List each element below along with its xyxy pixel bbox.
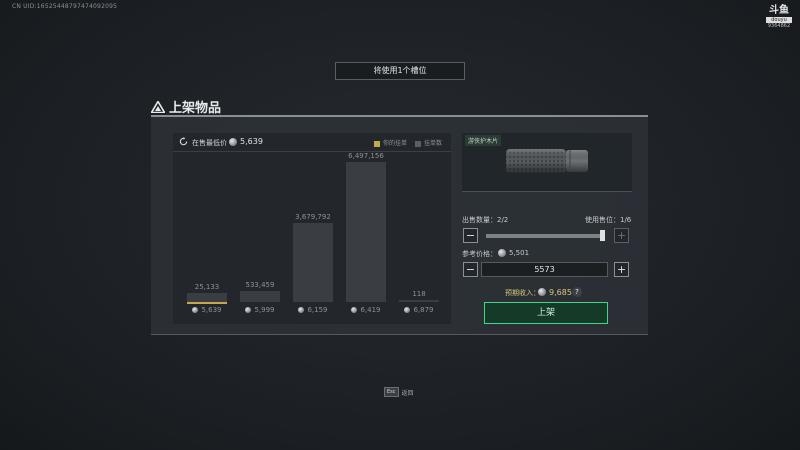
escape-hint[interactable]: Esc 返回 bbox=[384, 387, 414, 397]
bar-price-text: 5,999 bbox=[254, 306, 275, 314]
dialog-title: 上架物品 bbox=[151, 97, 221, 116]
chart-bar bbox=[293, 222, 333, 302]
bar-count-label: 25,133 bbox=[194, 283, 220, 292]
chart-header: 在售最低价 5,639 你的挂单 挂单数 bbox=[173, 133, 451, 152]
coin-icon bbox=[351, 307, 358, 313]
logo-main: 斗鱼 bbox=[769, 5, 789, 16]
bar-count-label: 533,459 bbox=[245, 280, 275, 289]
quantity-slider[interactable] bbox=[486, 234, 602, 238]
list-item-button[interactable]: 上架 bbox=[484, 302, 608, 324]
quantity-value: 2/2 bbox=[497, 216, 509, 224]
coin-icon bbox=[538, 288, 546, 296]
slot-usage-label: 使用售位：1/6 bbox=[585, 215, 631, 225]
logo-id: 9364862 bbox=[767, 23, 791, 29]
bar-price-text: 6,159 bbox=[307, 306, 328, 314]
bar-price-text: 6,879 bbox=[413, 306, 434, 314]
escape-label: 返回 bbox=[401, 389, 414, 397]
bar-count-label: 3,679,792 bbox=[295, 212, 331, 221]
reference-price-label: 参考价格： bbox=[462, 250, 497, 258]
title-text: 上架物品 bbox=[169, 101, 222, 116]
quantity-slider-handle[interactable] bbox=[600, 230, 605, 241]
douyu-logo: 斗鱼 douyu 9364862 bbox=[766, 6, 792, 29]
chart-bars: 25,133 5,639 533,459 5,999 3,679,792 6,159 6,4… bbox=[173, 152, 451, 324]
legend-swatch-mine bbox=[374, 140, 380, 147]
coin-icon bbox=[192, 307, 199, 313]
chart-bar bbox=[187, 293, 227, 304]
quantity-label: 出售数量：2/2 bbox=[462, 215, 508, 225]
bar-count-label: 118 bbox=[412, 290, 426, 298]
suppressor-item-image bbox=[506, 149, 588, 173]
coin-icon bbox=[404, 307, 411, 313]
legend-mine-label: 你的挂单 bbox=[383, 140, 408, 147]
coin-icon bbox=[245, 307, 252, 313]
quantity-label-text: 出售数量： bbox=[462, 216, 497, 224]
warning-triangle-icon bbox=[151, 100, 165, 113]
legend-orders: 挂单数 bbox=[415, 138, 442, 147]
reference-price-value: 5,501 bbox=[509, 249, 530, 257]
bar-price-text: 5,639 bbox=[201, 306, 222, 314]
help-icon[interactable]: ? bbox=[572, 287, 582, 297]
quantity-increase-button[interactable]: + bbox=[614, 228, 629, 243]
chart-bar bbox=[346, 162, 386, 302]
esc-key-icon: Esc bbox=[384, 387, 399, 397]
coin-icon bbox=[229, 138, 237, 146]
price-decrease-button[interactable]: − bbox=[463, 262, 478, 277]
price-increase-button[interactable]: + bbox=[614, 262, 629, 277]
bar-count-label: 6,497,156 bbox=[348, 152, 384, 160]
bar-price-label: 6,879 bbox=[393, 306, 445, 314]
legend-orders-label: 挂单数 bbox=[424, 140, 443, 147]
legend-mine: 你的挂单 bbox=[374, 138, 407, 147]
chart-bar bbox=[240, 290, 280, 302]
slot-usage-value: 1/6 bbox=[620, 216, 632, 224]
bar-price-text: 6,419 bbox=[360, 306, 381, 314]
slot-usage-label-text: 使用售位： bbox=[585, 216, 620, 224]
player-uid: CN UID:16525448797474092095 bbox=[12, 3, 118, 10]
refresh-icon[interactable] bbox=[179, 137, 188, 146]
item-name: 游侠护木片 bbox=[465, 135, 502, 146]
price-distribution-chart: 在售最低价 5,639 你的挂单 挂单数 25,133 5,639 533,459 5… bbox=[173, 133, 451, 324]
lowest-price-label: 在售最低价 bbox=[192, 139, 227, 147]
expected-income-value: 9,685 bbox=[549, 288, 572, 297]
bar-price-label: 6,159 bbox=[287, 306, 339, 314]
lowest-price-value: 5,639 bbox=[240, 137, 263, 146]
panel-bottom-divider bbox=[151, 334, 648, 335]
coin-icon bbox=[498, 249, 506, 257]
price-input[interactable]: 5573 bbox=[481, 262, 608, 277]
coin-icon bbox=[298, 307, 305, 313]
bar-price-label: 5,639 bbox=[181, 306, 233, 314]
expected-income-label: 预期收入： bbox=[505, 289, 540, 297]
bar-price-label: 5,999 bbox=[234, 306, 286, 314]
legend-swatch-orders bbox=[415, 140, 421, 147]
bar-price-label: 6,419 bbox=[340, 306, 392, 314]
quantity-decrease-button[interactable]: − bbox=[463, 228, 478, 243]
item-preview: 游侠护木片 bbox=[462, 133, 632, 192]
slot-usage-banner: 将使用1个槽位 bbox=[335, 62, 465, 80]
chart-bar bbox=[399, 300, 439, 302]
listing-panel: 在售最低价 5,639 你的挂单 挂单数 25,133 5,639 533,459 5… bbox=[151, 115, 648, 334]
